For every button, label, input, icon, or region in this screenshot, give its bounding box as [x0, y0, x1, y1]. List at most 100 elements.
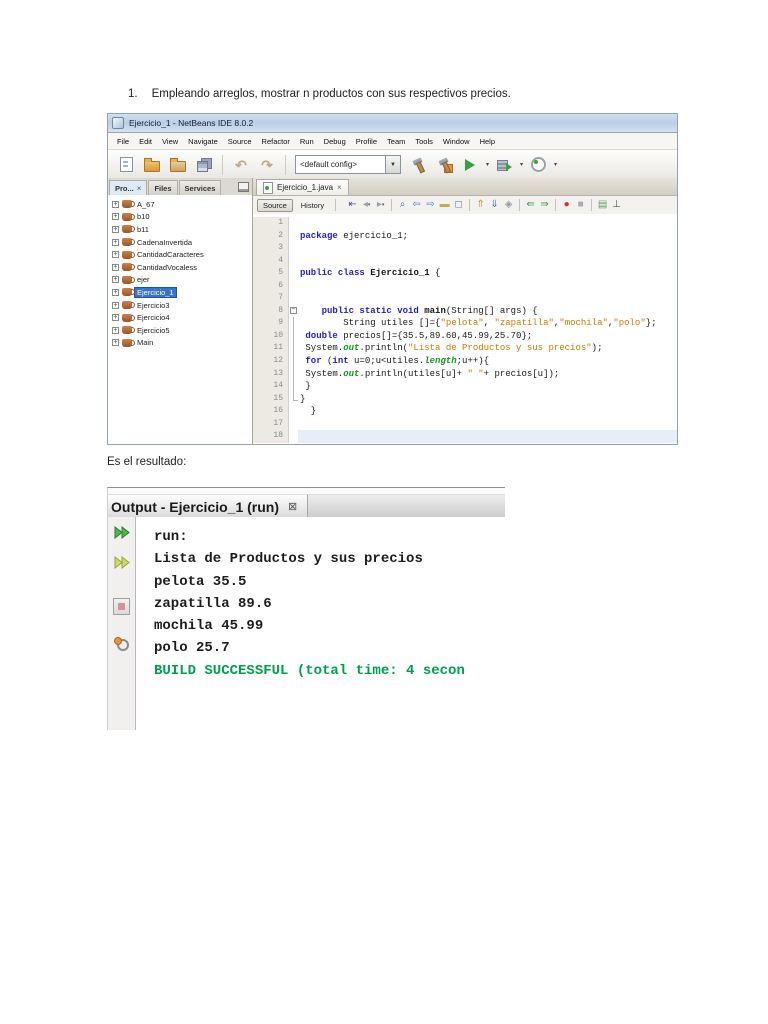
uncomment-icon[interactable]: ⊥: [610, 198, 623, 212]
menu-file[interactable]: File: [112, 137, 134, 146]
output-text[interactable]: run:Lista de Productos y sus preciospelo…: [136, 517, 505, 730]
undo-button[interactable]: ↶: [230, 154, 252, 176]
tree-item-ejercicio3[interactable]: +Ejercicio3: [108, 299, 252, 312]
rectangular-selection-icon[interactable]: ◻: [452, 198, 465, 212]
menu-source[interactable]: Source: [223, 137, 257, 146]
profile-project-button[interactable]: [527, 154, 549, 176]
debug-dropdown-icon[interactable]: ▾: [520, 161, 523, 168]
panel-tab-services[interactable]: Services: [179, 180, 222, 195]
code-line-13[interactable]: 13 System.out.println(utiles[u]+ " "+ pr…: [253, 368, 677, 381]
source-view-button[interactable]: Source: [257, 199, 293, 212]
expand-icon[interactable]: +: [112, 289, 119, 296]
tree-item-ejercicio5[interactable]: +Ejercicio5: [108, 324, 252, 337]
menu-profile[interactable]: Profile: [351, 137, 382, 146]
panel-tab-files[interactable]: Files: [148, 180, 177, 195]
code-line-2[interactable]: 2package ejercicio_1;: [253, 230, 677, 243]
find-next-icon[interactable]: ⇨: [424, 198, 437, 212]
debug-project-button[interactable]: [493, 154, 515, 176]
save-all-button[interactable]: [193, 154, 215, 176]
chevron-down-icon[interactable]: ▼: [385, 156, 400, 173]
tree-item-ejer[interactable]: +ejer: [108, 274, 252, 287]
back-icon[interactable]: ◂▾: [360, 198, 373, 212]
menu-tools[interactable]: Tools: [410, 137, 438, 146]
expand-icon[interactable]: +: [112, 327, 119, 334]
forward-icon[interactable]: ▸▾: [374, 198, 387, 212]
menu-debug[interactable]: Debug: [319, 137, 351, 146]
comment-icon[interactable]: ▤: [596, 198, 609, 212]
new-file-button[interactable]: [115, 154, 137, 176]
menu-window[interactable]: Window: [438, 137, 475, 146]
tree-item-b11[interactable]: +b11: [108, 223, 252, 236]
history-view-button[interactable]: History: [296, 200, 329, 211]
toggle-highlight-icon[interactable]: ▬: [438, 198, 451, 212]
profile-dropdown-icon[interactable]: ▾: [554, 161, 557, 168]
menu-run[interactable]: Run: [295, 137, 319, 146]
code-line-7[interactable]: 7: [253, 292, 677, 305]
toggle-bookmark-icon[interactable]: ◈: [502, 198, 515, 212]
tree-item-b10[interactable]: +b10: [108, 211, 252, 224]
run-dropdown-icon[interactable]: ▾: [486, 161, 489, 168]
expand-icon[interactable]: +: [112, 339, 119, 346]
expand-icon[interactable]: +: [112, 201, 119, 208]
editor-tab[interactable]: Ejercicio_1.java ×: [256, 179, 349, 195]
menu-refactor[interactable]: Refactor: [257, 137, 295, 146]
menu-team[interactable]: Team: [382, 137, 410, 146]
tab-close-icon[interactable]: ×: [137, 184, 142, 193]
code-line-18[interactable]: 18: [253, 430, 677, 443]
run-project-button[interactable]: [459, 154, 481, 176]
tab-close-icon[interactable]: ×: [337, 183, 342, 192]
expand-icon[interactable]: +: [112, 213, 119, 220]
tree-item-ejercicio_1[interactable]: +Ejercicio_1: [108, 286, 252, 299]
tree-item-cadenainvertida[interactable]: +CadenaInvertida: [108, 236, 252, 249]
tree-item-cantidadvocaless[interactable]: +CantidadVocaless: [108, 261, 252, 274]
ant-settings-icon[interactable]: [114, 637, 130, 651]
code-line-15[interactable]: 15}: [253, 393, 677, 406]
stop-run-button[interactable]: [113, 598, 130, 615]
previous-bookmark-icon[interactable]: ⇑: [474, 198, 487, 212]
shift-right-icon[interactable]: ⇛: [538, 198, 551, 212]
code-area[interactable]: 12package ejercicio_1;345public class Ej…: [253, 214, 677, 444]
code-line-11[interactable]: 11 System.out.println("Lista de Producto…: [253, 342, 677, 355]
start-macro-icon[interactable]: ■: [574, 198, 587, 212]
expand-icon[interactable]: +: [112, 302, 119, 309]
code-line-6[interactable]: 6: [253, 280, 677, 293]
expand-icon[interactable]: +: [112, 314, 119, 321]
find-previous-icon[interactable]: ⇦: [410, 198, 423, 212]
menu-edit[interactable]: Edit: [134, 137, 157, 146]
code-line-1[interactable]: 1: [253, 217, 677, 230]
menu-navigate[interactable]: Navigate: [183, 137, 223, 146]
code-line-12[interactable]: 12 for (int u=0;u<utiles.length;u++){: [253, 355, 677, 368]
tree-item-ejercicio4[interactable]: +Ejercicio4: [108, 311, 252, 324]
code-line-10[interactable]: 10 double precios[]={35.5,89.60,45.99,25…: [253, 330, 677, 343]
build-project-button[interactable]: [407, 154, 429, 176]
find-icon[interactable]: ⌕: [396, 198, 409, 212]
expand-icon[interactable]: +: [112, 251, 119, 258]
fold-collapse-icon[interactable]: −: [290, 307, 297, 314]
output-tab[interactable]: Output - Ejercicio_1 (run) ⊠: [108, 495, 308, 518]
code-line-3[interactable]: 3: [253, 242, 677, 255]
code-line-9[interactable]: 9 String utiles []={"pelota", "zapatilla…: [253, 317, 677, 330]
minimize-panel-button[interactable]: [238, 182, 249, 192]
tree-item-a_67[interactable]: +A_67: [108, 198, 252, 211]
code-line-8[interactable]: 8− public static void main(String[] args…: [253, 305, 677, 318]
expand-icon[interactable]: +: [112, 239, 119, 246]
tree-item-main[interactable]: +Main: [108, 337, 252, 350]
code-line-16[interactable]: 16 }: [253, 405, 677, 418]
shift-left-icon[interactable]: ⇚: [524, 198, 537, 212]
redo-button[interactable]: ↷: [256, 154, 278, 176]
tab-close-icon[interactable]: ⊠: [288, 500, 297, 513]
rerun-button[interactable]: [113, 524, 131, 540]
config-select[interactable]: <default config> ▼: [295, 155, 401, 174]
open-project-button[interactable]: [167, 154, 189, 176]
code-line-5[interactable]: 5public class Ejercicio_1 {: [253, 267, 677, 280]
rerun-ant-button[interactable]: [113, 554, 131, 570]
expand-icon[interactable]: +: [112, 276, 119, 283]
code-line-4[interactable]: 4: [253, 255, 677, 268]
tree-item-cantidadcaracteres[interactable]: +CantidadCaracteres: [108, 248, 252, 261]
expand-icon[interactable]: +: [112, 264, 119, 271]
next-bookmark-icon[interactable]: ⇓: [488, 198, 501, 212]
new-project-button[interactable]: [141, 154, 163, 176]
menu-view[interactable]: View: [157, 137, 183, 146]
expand-icon[interactable]: +: [112, 226, 119, 233]
stop-macro-icon[interactable]: ●: [560, 198, 573, 212]
